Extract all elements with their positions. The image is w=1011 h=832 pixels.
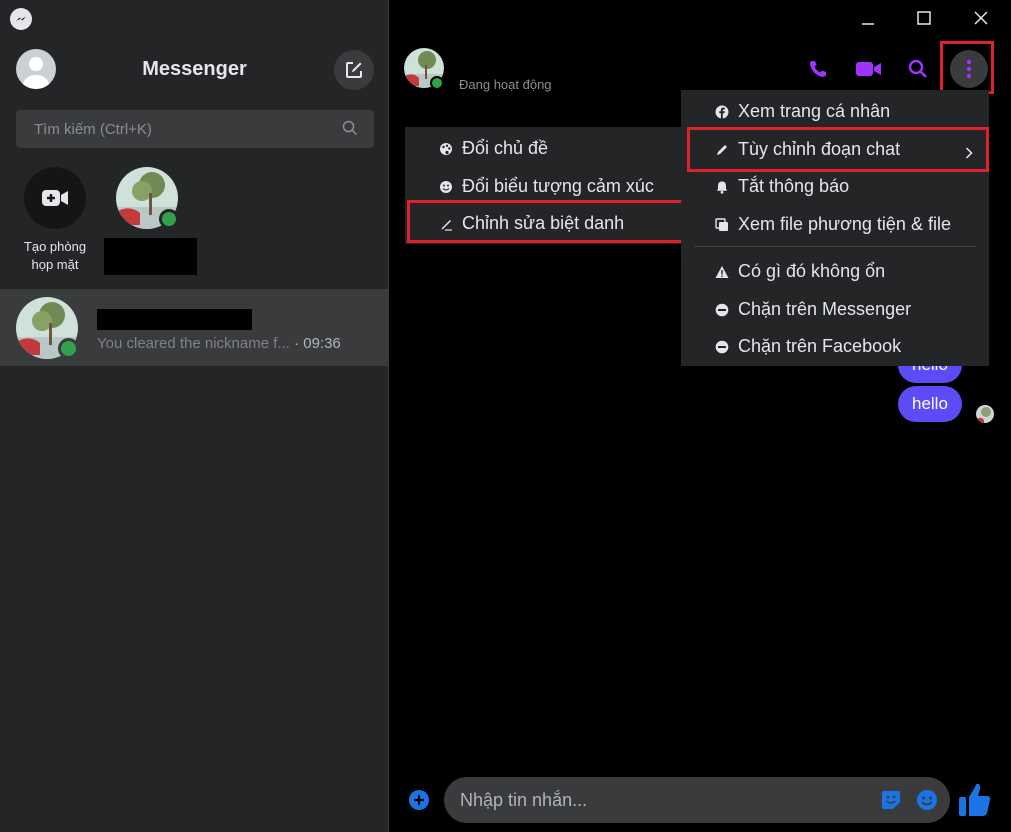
menu-item-view-profile[interactable]: Xem trang cá nhân: [681, 93, 890, 130]
emoji-button[interactable]: [916, 789, 938, 816]
block-icon: [715, 340, 729, 354]
conversation-preview: You cleared the nickname f... · 09:36: [97, 335, 341, 352]
messenger-logo-icon: [10, 8, 32, 30]
menu-item-label: Đổi chủ đề: [462, 138, 549, 158]
media-icon: [715, 217, 729, 232]
menu-item-block-messenger[interactable]: Chặn trên Messenger: [681, 291, 911, 328]
menu-divider: [694, 246, 976, 247]
phone-icon: [810, 61, 826, 77]
conversation-row[interactable]: You cleared the nickname f... · 09:36: [0, 289, 389, 366]
message-input[interactable]: [444, 777, 864, 823]
warning-icon: [715, 265, 729, 279]
menu-item-view-media[interactable]: Xem file phương tiện & file: [681, 206, 951, 243]
emoji-icon: [439, 180, 453, 194]
menu-item-label: Đổi biểu tượng cảm xúc: [462, 176, 654, 196]
compose-button[interactable]: [334, 50, 374, 90]
video-camera-icon: [856, 62, 881, 76]
menu-item-block-facebook[interactable]: Chặn trên Facebook: [681, 328, 901, 365]
message-bubble[interactable]: hello: [898, 386, 962, 422]
menu-item-label: Xem trang cá nhân: [738, 101, 891, 121]
chat-status: Đang hoạt động: [459, 77, 552, 92]
redacted-conversation-name: [97, 309, 252, 330]
menu-item-label: Chặn trên Facebook: [738, 336, 902, 356]
maximize-button[interactable]: [914, 8, 934, 28]
search-box[interactable]: [16, 110, 374, 148]
search-icon: [908, 59, 927, 78]
search-conversation-button[interactable]: [899, 50, 937, 88]
plus-circle-icon: [409, 790, 429, 810]
online-indicator: [159, 209, 179, 229]
close-button[interactable]: [971, 8, 991, 28]
thumbs-up-icon: [959, 783, 991, 816]
menu-item-label: Có gì đó không ổn: [738, 261, 886, 281]
menu-item-mute[interactable]: Tắt thông báo: [681, 168, 849, 205]
highlight-box-more: [940, 41, 994, 94]
menu-item-label: Xem file phương tiện & file: [738, 214, 951, 234]
create-room-label: Tạo phòng họp mặt: [23, 239, 87, 272]
chat-panel: Đang hoạt động hello hello Đổi: [390, 0, 1011, 832]
message-composer[interactable]: [444, 777, 950, 823]
menu-item-change-theme[interactable]: Đổi chủ đề: [405, 130, 548, 167]
redacted-name: [104, 238, 197, 275]
online-indicator: [58, 338, 79, 359]
menu-item-report[interactable]: Có gì đó không ổn: [681, 253, 885, 290]
emoji-icon: [917, 790, 937, 810]
conversation-time: · 09:36: [289, 335, 341, 352]
video-call-button[interactable]: [850, 50, 888, 88]
sticker-button[interactable]: [880, 789, 902, 816]
block-icon: [715, 303, 729, 317]
like-button[interactable]: [958, 782, 992, 818]
facebook-icon: [715, 105, 729, 119]
sticker-icon: [882, 791, 900, 809]
online-indicator: [430, 76, 444, 90]
create-room-button[interactable]: [24, 167, 86, 229]
video-plus-icon: [42, 190, 68, 206]
search-icon[interactable]: [342, 120, 358, 141]
conversation-preview-text: You cleared the nickname f...: [97, 335, 290, 352]
bell-icon: [715, 180, 729, 194]
menu-item-label: Tắt thông báo: [738, 176, 850, 196]
menu-item-label: Chặn trên Messenger: [738, 299, 912, 319]
search-input[interactable]: [16, 110, 336, 148]
voice-call-button[interactable]: [799, 50, 837, 88]
sidebar: Messenger Tạo phòng họp mặt: [0, 0, 389, 832]
minimize-button[interactable]: [858, 8, 878, 28]
sidebar-title: Messenger: [142, 58, 247, 80]
compose-icon: [346, 62, 362, 78]
highlight-box-nickname: [407, 200, 687, 243]
add-attachment-button[interactable]: [408, 789, 430, 811]
seen-avatar: [976, 405, 994, 423]
highlight-box-customize: [687, 127, 989, 172]
palette-icon: [439, 142, 453, 156]
